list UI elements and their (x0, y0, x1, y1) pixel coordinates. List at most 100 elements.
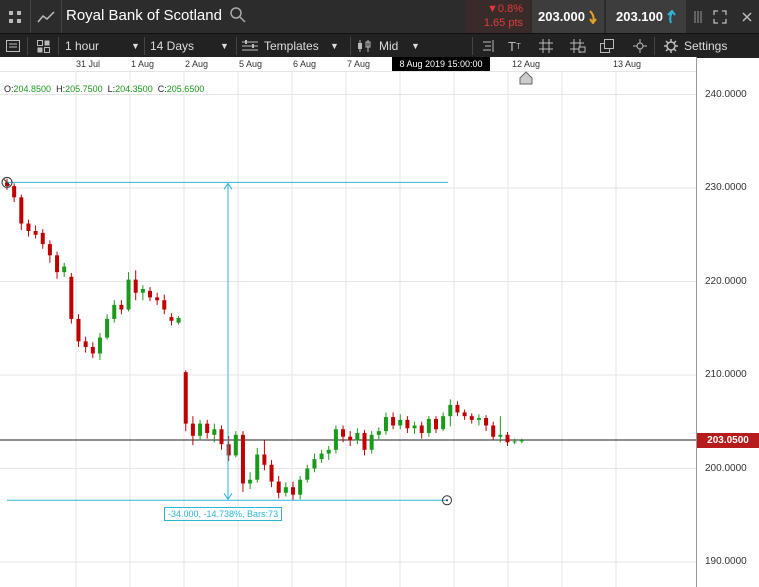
candle-body (512, 441, 517, 443)
candle-body (498, 434, 503, 437)
candle-body (455, 404, 460, 413)
change-percent: ▼0.8% (487, 3, 523, 15)
close-icon[interactable] (736, 0, 758, 33)
candle-body (40, 232, 45, 245)
templates-icon (242, 40, 258, 51)
list-icon[interactable] (6, 34, 20, 58)
chart-line-icon[interactable] (31, 0, 62, 33)
change-points: 1.65 pts (483, 17, 523, 29)
time-axis: 31 Jul 1 Aug 2 Aug 5 Aug 6 Aug 7 Aug 12 … (0, 57, 696, 72)
candle-body (412, 425, 417, 429)
interval-dropdown[interactable]: 1 hour ▼ (65, 34, 143, 58)
range-value: 14 Days (150, 39, 195, 53)
price-axis-label: 200.0000 (705, 462, 747, 474)
copy-icon[interactable] (600, 34, 615, 58)
candle-body (469, 416, 474, 420)
text-tool-icon[interactable]: TT (508, 34, 521, 58)
candle-body (276, 481, 281, 493)
open-label: O: (4, 84, 14, 94)
candle-body (33, 231, 38, 235)
candle-body (319, 453, 324, 460)
sell-price-button[interactable]: 203.000 (532, 0, 604, 33)
candle-body (248, 479, 253, 484)
time-marker-icon[interactable] (519, 71, 533, 85)
candle-body (348, 436, 353, 441)
candle-body (190, 423, 195, 436)
crosshair-grid-icon[interactable] (570, 34, 586, 58)
gear-icon (664, 39, 678, 53)
instrument-title[interactable]: Royal Bank of Scotland (66, 7, 222, 24)
range-dropdown[interactable]: 14 Days ▼ (150, 34, 232, 58)
candle-body (462, 412, 467, 417)
candle-body (298, 479, 303, 495)
price-type-value: Mid (379, 39, 399, 53)
templates-label: Templates (264, 39, 319, 53)
indicator-icon[interactable] (481, 34, 495, 58)
candle-body (491, 425, 496, 437)
settings-button[interactable]: Settings (664, 34, 727, 58)
candle-body (262, 454, 267, 465)
price-axis[interactable]: 240.0000 230.0000 220.0000 210.0000 200.0000… (696, 57, 759, 587)
time-label: 5 Aug (239, 59, 263, 69)
current-price-tag: 203.0500 (697, 433, 759, 448)
settings-label: Settings (684, 39, 728, 53)
buy-price-button[interactable]: 203.100 (606, 0, 686, 33)
candle-body (355, 432, 360, 441)
high-label: H: (56, 84, 66, 94)
price-axis-label: 220.0000 (705, 275, 747, 287)
low-value: 204.3500 (115, 84, 153, 94)
crosshair-date-label: 8 Aug 2019 15:00:00 (392, 57, 490, 71)
candle-body (19, 197, 24, 224)
ohlc-readout: O:204.8500 H:205.7500 L:204.3500 C:205.6… (4, 84, 204, 94)
candle-body (341, 429, 346, 437)
expand-icon[interactable] (709, 0, 731, 33)
arrow-down-icon (589, 9, 597, 24)
candle-body (12, 186, 17, 198)
time-label: 31 Jul (76, 59, 101, 69)
price-axis-label: 230.0000 (705, 182, 747, 193)
candle-body (383, 417, 388, 432)
candle-body (76, 318, 81, 342)
time-label: 6 Aug (293, 59, 317, 69)
chevron-down-icon: ▼ (411, 41, 420, 51)
candle-body (205, 423, 210, 433)
candle-body (219, 429, 224, 445)
chevron-down-icon: ▼ (220, 41, 229, 51)
price-chart[interactable] (0, 72, 696, 587)
candle-body (126, 279, 131, 310)
measure-handle-end-dot (446, 499, 448, 502)
price-type-dropdown[interactable]: Mid ▼ (357, 34, 427, 58)
layout-icon[interactable] (37, 34, 50, 58)
time-label: 12 Aug (512, 59, 541, 69)
candle-body (212, 429, 217, 435)
candle-body (83, 341, 88, 347)
candle-body (269, 464, 274, 482)
candle-body (90, 346, 95, 354)
instrument-header: Royal Bank of Scotland ▼0.8% 1.65 pts 20… (0, 0, 759, 33)
candle-body (448, 404, 453, 417)
search-icon[interactable] (229, 6, 247, 29)
candle-body (119, 304, 124, 310)
measure-label: -34.000, -14.738%, Bars:73 (164, 507, 283, 521)
candle-body (105, 318, 110, 338)
candlestick-icon (358, 40, 371, 52)
candle-body (226, 444, 231, 456)
chevron-down-icon: ▼ (330, 41, 339, 51)
price-axis-label: 210.0000 (705, 369, 747, 380)
time-label: 1 Aug (131, 59, 155, 69)
candle-body (26, 223, 31, 232)
candle-body (233, 434, 238, 456)
price-change-box: ▼0.8% 1.65 pts (466, 0, 530, 33)
candle-body (369, 434, 374, 450)
candle-body (47, 244, 52, 256)
crosshair-icon[interactable] (633, 34, 647, 58)
candle-body (426, 418, 431, 433)
close-value: 205.6500 (166, 84, 205, 94)
pin-icon[interactable] (689, 0, 707, 33)
candle-body (97, 337, 102, 354)
candle-body (55, 255, 60, 273)
candle-body (484, 418, 489, 426)
templates-dropdown[interactable]: Templates ▼ (242, 34, 346, 58)
grid-icon[interactable] (539, 34, 553, 58)
menu-grid-icon[interactable] (0, 0, 31, 33)
